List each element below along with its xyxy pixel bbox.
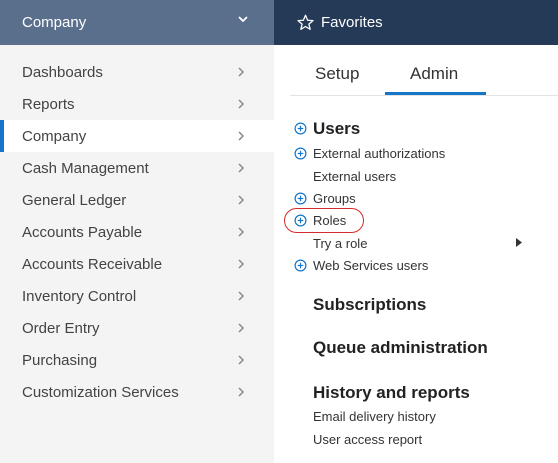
users-heading[interactable]: Users bbox=[313, 119, 360, 139]
chevron-right-icon bbox=[238, 67, 245, 77]
chevron-right-icon bbox=[238, 291, 245, 301]
sidebar-item-label: Dashboards bbox=[22, 64, 103, 81]
chevron-right-icon bbox=[238, 195, 245, 205]
active-indicator bbox=[0, 120, 4, 152]
chevron-right-icon bbox=[238, 323, 245, 333]
sidebar-item-company[interactable]: Company bbox=[0, 120, 274, 152]
sidebar-item-label: Company bbox=[22, 128, 87, 145]
chevron-right-icon bbox=[238, 387, 245, 397]
tab-setup[interactable]: Setup bbox=[315, 64, 359, 84]
sidebar-item-customization-services[interactable]: Customization Services bbox=[0, 376, 274, 408]
plus-circle-icon[interactable] bbox=[294, 214, 307, 227]
link-email-delivery-history[interactable]: Email delivery history bbox=[313, 409, 436, 424]
chevron-right-icon bbox=[238, 131, 245, 141]
sidebar-item-label: Accounts Receivable bbox=[22, 256, 163, 273]
sidebar-item-accounts-receivable[interactable]: Accounts Receivable bbox=[0, 248, 274, 280]
caret-right-icon[interactable] bbox=[516, 238, 522, 247]
plus-circle-icon[interactable] bbox=[294, 147, 307, 160]
plus-circle-icon[interactable] bbox=[294, 122, 307, 135]
subscriptions-heading[interactable]: Subscriptions bbox=[313, 295, 426, 315]
chevron-down-icon[interactable] bbox=[236, 12, 250, 26]
link-groups[interactable]: Groups bbox=[313, 191, 356, 206]
history-and-reports-heading: History and reports bbox=[313, 383, 470, 402]
tabs-divider bbox=[290, 95, 558, 96]
chevron-right-icon bbox=[238, 259, 245, 269]
module-header[interactable]: Company bbox=[0, 0, 274, 45]
queue-administration-heading[interactable]: Queue administration bbox=[313, 338, 488, 358]
sidebar-item-label: Customization Services bbox=[22, 384, 179, 401]
link-user-access-report[interactable]: User access report bbox=[313, 432, 422, 447]
chevron-right-icon bbox=[238, 355, 245, 365]
link-try-a-role[interactable]: Try a role bbox=[313, 236, 367, 251]
sidebar-item-inventory-control[interactable]: Inventory Control bbox=[0, 280, 274, 312]
sidebar-item-label: General Ledger bbox=[22, 192, 127, 209]
sidebar-item-label: Cash Management bbox=[22, 160, 149, 177]
sidebar-item-label: Purchasing bbox=[22, 352, 98, 369]
plus-circle-icon[interactable] bbox=[294, 259, 307, 272]
link-external-users[interactable]: External users bbox=[313, 169, 396, 184]
tab-admin[interactable]: Admin bbox=[410, 64, 458, 84]
favorites-label: Favorites bbox=[321, 14, 383, 31]
sidebar-item-accounts-payable[interactable]: Accounts Payable bbox=[0, 216, 274, 248]
sidebar-item-cash-management[interactable]: Cash Management bbox=[0, 152, 274, 184]
chevron-right-icon bbox=[238, 99, 245, 109]
sidebar-item-label: Reports bbox=[22, 96, 75, 113]
chevron-right-icon bbox=[238, 163, 245, 173]
link-web-services-users[interactable]: Web Services users bbox=[313, 258, 428, 273]
sidebar: Dashboards Reports Company Cash Manageme… bbox=[0, 45, 274, 463]
sidebar-item-label: Inventory Control bbox=[22, 288, 137, 305]
link-external-authorizations[interactable]: External authorizations bbox=[313, 146, 445, 161]
sidebar-item-general-ledger[interactable]: General Ledger bbox=[0, 184, 274, 216]
sidebar-item-label: Accounts Payable bbox=[22, 224, 143, 241]
sidebar-item-purchasing[interactable]: Purchasing bbox=[0, 344, 274, 376]
favorites-header[interactable]: Favorites bbox=[274, 0, 558, 45]
chevron-right-icon bbox=[238, 227, 245, 237]
sidebar-item-label: Order Entry bbox=[22, 320, 100, 337]
sidebar-item-reports[interactable]: Reports bbox=[0, 88, 274, 120]
sidebar-item-order-entry[interactable]: Order Entry bbox=[0, 312, 274, 344]
star-icon[interactable] bbox=[297, 14, 314, 31]
link-roles[interactable]: Roles bbox=[313, 213, 346, 228]
module-title: Company bbox=[22, 14, 87, 31]
sidebar-item-dashboards[interactable]: Dashboards bbox=[0, 56, 274, 88]
plus-circle-icon[interactable] bbox=[294, 192, 307, 205]
